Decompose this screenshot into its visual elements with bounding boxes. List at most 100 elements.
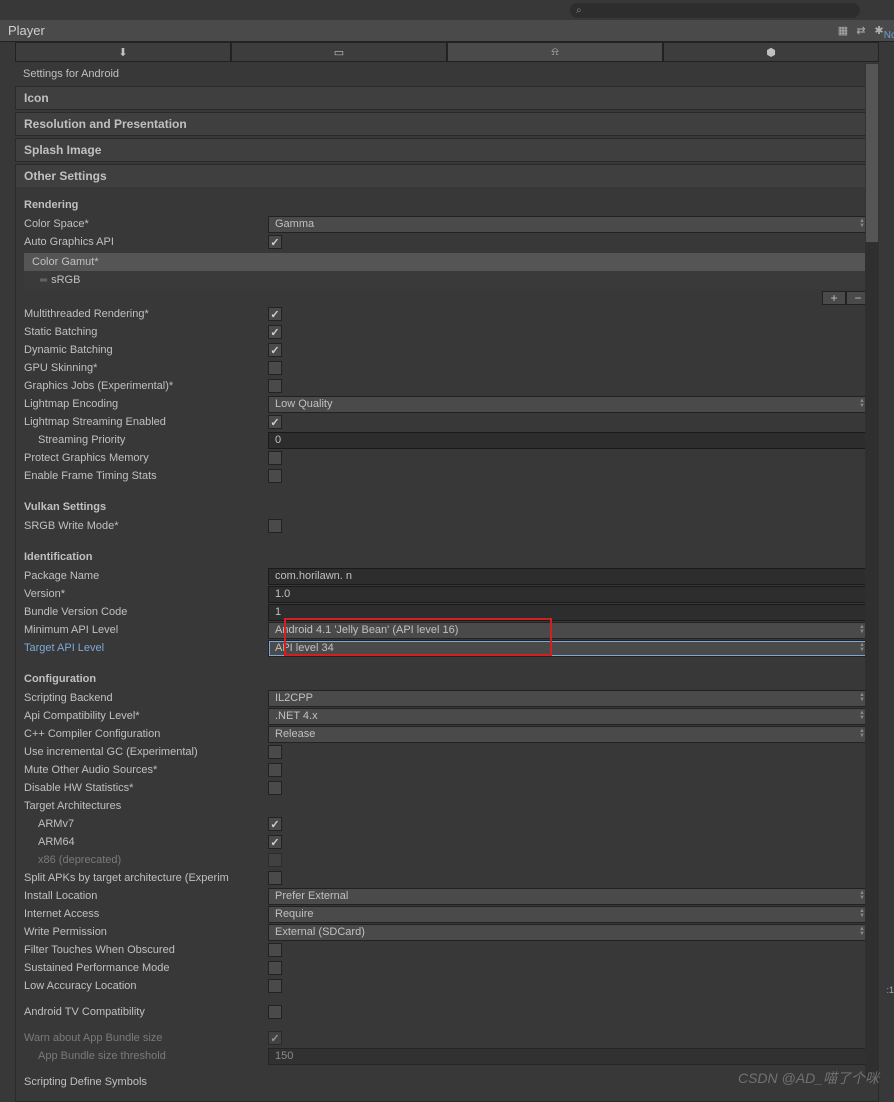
rendering-header: Rendering xyxy=(24,193,870,215)
sustained-perf-checkbox[interactable] xyxy=(268,961,282,975)
internet-dropdown[interactable]: Require xyxy=(268,906,870,923)
lightmap-stream-checkbox[interactable] xyxy=(268,415,282,429)
install-loc-dropdown[interactable]: Prefer External xyxy=(268,888,870,905)
tab-webgl[interactable]: ⬢ xyxy=(663,42,879,61)
split-apk-label: Split APKs by target architecture (Exper… xyxy=(24,872,268,884)
target-arch-label: Target Architectures xyxy=(24,800,268,812)
section-icon[interactable]: Icon xyxy=(15,86,879,110)
min-api-dropdown[interactable]: Android 4.1 'Jelly Bean' (API level 16) xyxy=(268,622,870,639)
sustained-perf-label: Sustained Performance Mode xyxy=(24,962,268,974)
incr-gc-checkbox[interactable] xyxy=(268,745,282,759)
android-tv-label: Android TV Compatibility xyxy=(24,1006,268,1018)
section-resolution[interactable]: Resolution and Presentation xyxy=(15,112,879,136)
auto-graphics-label: Auto Graphics API xyxy=(24,236,268,248)
filter-touch-checkbox[interactable] xyxy=(268,943,282,957)
low-acc-loc-label: Low Accuracy Location xyxy=(24,980,268,992)
search-box[interactable]: ⌕ xyxy=(570,3,860,18)
warn-bundle-label: Warn about App Bundle size xyxy=(24,1032,268,1044)
static-batch-checkbox[interactable] xyxy=(268,325,282,339)
rt-label: :1 xyxy=(886,985,894,995)
arm64-checkbox[interactable] xyxy=(268,835,282,849)
section-splash[interactable]: Splash Image xyxy=(15,138,879,162)
target-api-dropdown[interactable]: API level 34 xyxy=(268,640,870,657)
graphics-jobs-label: Graphics Jobs (Experimental)* xyxy=(24,380,268,392)
lightmap-enc-dropdown[interactable]: Low Quality xyxy=(268,396,870,413)
armv7-label: ARMv7 xyxy=(24,818,268,830)
target-api-label: Target API Level xyxy=(24,642,268,654)
x86-checkbox xyxy=(268,853,282,867)
low-acc-loc-checkbox[interactable] xyxy=(268,979,282,993)
lightmap-enc-label: Lightmap Encoding xyxy=(24,398,268,410)
lightmap-stream-label: Lightmap Streaming Enabled xyxy=(24,416,268,428)
android-icon: ⍾ xyxy=(551,46,558,59)
dynamic-batch-label: Dynamic Batching xyxy=(24,344,268,356)
version-field[interactable]: 1.0 xyxy=(268,586,870,603)
color-gamut-header: Color Gamut* xyxy=(24,253,870,271)
monitor-icon: ▭ xyxy=(334,46,344,59)
static-batch-label: Static Batching xyxy=(24,326,268,338)
settings-icon[interactable]: ⇄ xyxy=(854,24,868,38)
package-name-label: Package Name xyxy=(24,570,268,582)
srgb-write-label: SRGB Write Mode* xyxy=(24,520,268,532)
identification-header: Identification xyxy=(24,545,870,567)
split-apk-checkbox[interactable] xyxy=(268,871,282,885)
html5-icon: ⬢ xyxy=(766,46,776,59)
gamut-add-button[interactable]: + xyxy=(822,291,846,305)
warn-bundle-checkbox[interactable] xyxy=(268,1031,282,1045)
corner-text: Nc xyxy=(884,30,894,41)
graphics-jobs-checkbox[interactable] xyxy=(268,379,282,393)
write-perm-dropdown[interactable]: External (SDCard) xyxy=(268,924,870,941)
vulkan-header: Vulkan Settings xyxy=(24,495,870,517)
incr-gc-label: Use incremental GC (Experimental) xyxy=(24,746,268,758)
top-bar: ⌕ xyxy=(0,0,894,20)
color-gamut-item[interactable]: sRGB xyxy=(24,271,870,289)
armv7-checkbox[interactable] xyxy=(268,817,282,831)
panel-title: Player xyxy=(8,23,836,38)
bundle-threshold-label: App Bundle size threshold xyxy=(24,1050,268,1062)
tab-download[interactable]: ⬇ xyxy=(15,42,231,61)
protect-mem-checkbox[interactable] xyxy=(268,451,282,465)
mute-audio-checkbox[interactable] xyxy=(268,763,282,777)
gpu-skin-label: GPU Skinning* xyxy=(24,362,268,374)
stream-priority-field[interactable]: 0 xyxy=(268,432,870,449)
write-perm-label: Write Permission xyxy=(24,926,268,938)
frame-timing-label: Enable Frame Timing Stats xyxy=(24,470,268,482)
search-input[interactable] xyxy=(582,5,860,16)
disable-hw-checkbox[interactable] xyxy=(268,781,282,795)
package-name-field[interactable]: com.horilawn. n xyxy=(268,568,870,585)
script-backend-dropdown[interactable]: IL2CPP xyxy=(268,690,870,707)
multithreaded-checkbox[interactable] xyxy=(268,307,282,321)
multithreaded-label: Multithreaded Rendering* xyxy=(24,308,268,320)
stream-priority-label: Streaming Priority xyxy=(24,434,268,446)
bundle-threshold-field[interactable]: 150 xyxy=(268,1048,870,1065)
script-backend-label: Scripting Backend xyxy=(24,692,268,704)
tab-android[interactable]: ⍾ xyxy=(447,42,663,61)
platform-tabs: ⬇ ▭ ⍾ ⬢ xyxy=(15,42,879,62)
internet-label: Internet Access xyxy=(24,908,268,920)
cpp-config-dropdown[interactable]: Release xyxy=(268,726,870,743)
cpp-config-label: C++ Compiler Configuration xyxy=(24,728,268,740)
download-icon: ⬇ xyxy=(118,46,127,59)
gpu-skin-checkbox[interactable] xyxy=(268,361,282,375)
scrollbar[interactable] xyxy=(865,63,879,1078)
tab-standalone[interactable]: ▭ xyxy=(231,42,447,61)
x86-label: x86 (deprecated) xyxy=(24,854,268,866)
title-bar: Player ▦ ⇄ ✱ xyxy=(0,20,894,42)
dynamic-batch-checkbox[interactable] xyxy=(268,343,282,357)
disable-hw-label: Disable HW Statistics* xyxy=(24,782,268,794)
bundle-code-field[interactable]: 1 xyxy=(268,604,870,621)
api-compat-label: Api Compatibility Level* xyxy=(24,710,268,722)
section-other[interactable]: Other Settings xyxy=(15,164,879,187)
frame-timing-checkbox[interactable] xyxy=(268,469,282,483)
other-settings-body: Rendering Color Space* Gamma Auto Graphi… xyxy=(15,187,879,1102)
bundle-code-label: Bundle Version Code xyxy=(24,606,268,618)
settings-for-label: Settings for Android xyxy=(15,64,879,84)
watermark: CSDN @AD_喵了个咪 xyxy=(738,1068,879,1088)
android-tv-checkbox[interactable] xyxy=(268,1005,282,1019)
srgb-write-checkbox[interactable] xyxy=(268,519,282,533)
auto-graphics-checkbox[interactable] xyxy=(268,235,282,249)
help-icon[interactable]: ▦ xyxy=(836,24,850,38)
api-compat-dropdown[interactable]: .NET 4.x xyxy=(268,708,870,725)
scrollbar-thumb[interactable] xyxy=(865,63,879,243)
color-space-dropdown[interactable]: Gamma xyxy=(268,216,870,233)
